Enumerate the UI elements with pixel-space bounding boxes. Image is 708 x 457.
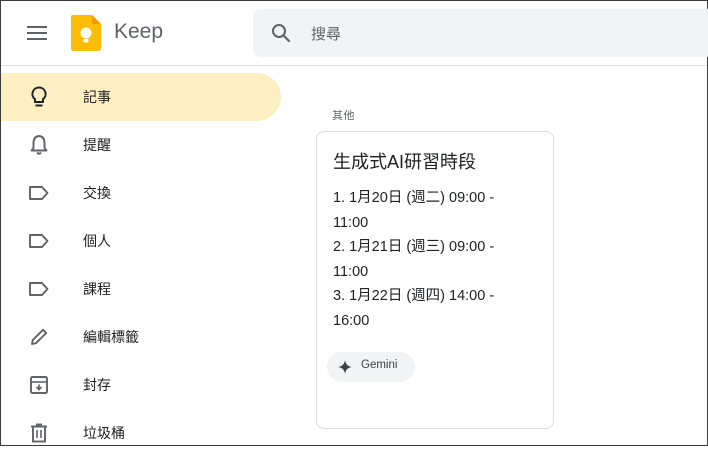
note-line: 1. 1月20日 (週二) 09:00 - [333,190,495,206]
sidebar-item-personal[interactable]: 個人 [1,217,281,265]
gemini-chip-label: Gemini [361,359,398,371]
sidebar-item-label: 垃圾桶 [83,426,125,442]
note-card[interactable]: 生成式AI研習時段 1. 1月20日 (週二) 09:00 - 11:00 2.… [316,131,554,429]
lightbulb-icon [27,85,51,109]
sidebar-item-exchange[interactable]: 交換 [1,169,281,217]
sidebar: 記事 提醒 交換 個人 課程 編輯標籤 封存 垃圾桶 [1,73,291,457]
sidebar-item-label: 課程 [83,282,111,298]
trash-icon [27,421,51,445]
app-header: Keep [1,1,708,66]
hamburger-menu-icon [27,26,47,40]
note-line: 2. 1月21日 (週三) 09:00 - [333,239,495,255]
sidebar-item-trash[interactable]: 垃圾桶 [1,409,281,457]
search-bar[interactable] [253,9,708,57]
sidebar-item-archive[interactable]: 封存 [1,361,281,409]
main-menu-button[interactable] [15,13,59,53]
note-line: 11:00 [333,263,369,280]
search-icon[interactable] [269,21,293,45]
search-input[interactable] [309,21,693,47]
note-line: 3. 1月22日 (週四) 14:00 - [333,288,495,304]
pencil-icon [27,325,51,349]
label-icon [27,229,51,253]
sparkle-icon [338,360,352,374]
bell-icon [27,133,51,157]
note-line: 11:00 [333,214,369,231]
label-icon [27,277,51,301]
section-title-others: 其他 [332,109,355,122]
sidebar-item-label: 封存 [83,378,111,394]
keep-logo-icon[interactable] [71,15,101,51]
archive-icon [27,373,51,397]
sidebar-item-notes[interactable]: 記事 [1,73,281,121]
label-icon [27,181,51,205]
note-body: 1. 1月20日 (週二) 09:00 - 11:00 2. 1月21日 (週三… [333,186,523,333]
sidebar-item-label: 個人 [83,234,111,250]
gemini-chip-button[interactable]: Gemini [327,352,415,382]
sidebar-item-label: 記事 [83,90,111,106]
sidebar-item-reminders[interactable]: 提醒 [1,121,281,169]
sidebar-item-label: 交換 [83,186,111,202]
sidebar-item-label: 編輯標籤 [83,330,139,346]
note-title: 生成式AI研習時段 [333,152,477,172]
app-name[interactable]: Keep [114,20,163,44]
sidebar-item-label: 提醒 [83,138,111,154]
sidebar-item-courses[interactable]: 課程 [1,265,281,313]
sidebar-item-edit-labels[interactable]: 編輯標籤 [1,313,281,361]
note-line: 16:00 [333,312,370,329]
